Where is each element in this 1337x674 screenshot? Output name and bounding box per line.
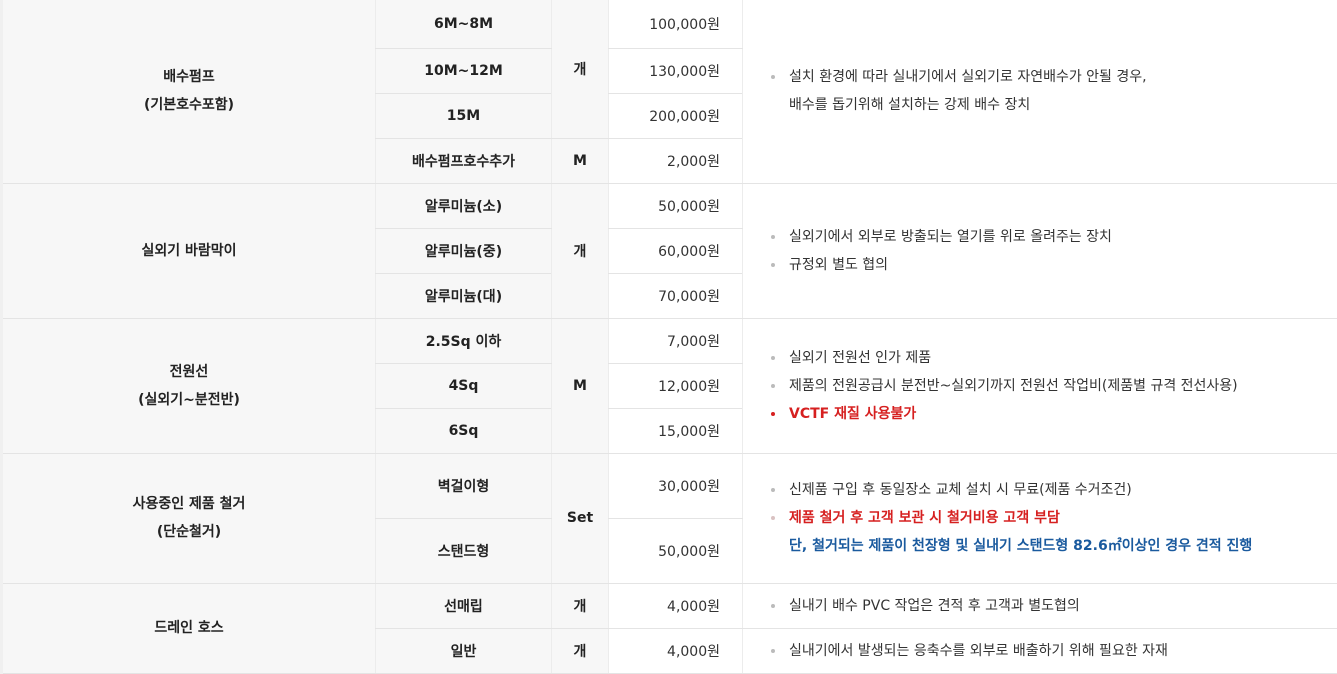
item-price: 130,000원: [609, 48, 743, 93]
description-line: 배수를 돕기위해 설치하는 강제 배수 장치: [769, 91, 1337, 119]
item-price: 4,000원: [609, 628, 743, 673]
description: 실내기에서 발생되는 응축수를 외부로 배출하기 위해 필요한 자재: [743, 628, 1337, 673]
description-line: 실외기 전원선 인가 제품: [769, 344, 1337, 372]
item-price: 50,000원: [609, 518, 743, 583]
description: 설치 환경에 따라 실내기에서 실외기로 자연배수가 안될 경우, 배수를 돕기…: [743, 0, 1337, 183]
description-note: 단, 철거되는 제품이 천장형 및 실내기 스탠드형 82.6㎡이상인 경우 견…: [769, 532, 1337, 560]
unit-label: M: [552, 318, 609, 453]
unit-label: 개: [552, 583, 609, 628]
table-row: 실외기 바람막이 알루미늄(소) 개 50,000원 실외기에서 외부로 방출되…: [2, 183, 1337, 228]
item-name: 스탠드형: [376, 518, 552, 583]
item-name: 알루미늄(소): [376, 183, 552, 228]
description-line: 설치 환경에 따라 실내기에서 실외기로 자연배수가 안될 경우,: [769, 63, 1337, 91]
item-name: 선매립: [376, 583, 552, 628]
category-name: 사용중인 제품 철거: [3, 490, 375, 518]
item-price: 12,000원: [609, 363, 743, 408]
description: 실외기에서 외부로 방출되는 열기를 위로 올려주는 장치 규정외 별도 협의: [743, 183, 1337, 318]
description-line: 실내기 배수 PVC 작업은 견적 후 고객과 별도협의: [769, 592, 1337, 620]
unit-label: Set: [552, 453, 609, 583]
category-drain-hose: 드레인 호스: [2, 583, 376, 673]
description: 실외기 전원선 인가 제품 제품의 전원공급시 분전반~실외기까지 전원선 작업…: [743, 318, 1337, 453]
item-price: 60,000원: [609, 228, 743, 273]
description-line: 제품의 전원공급시 분전반~실외기까지 전원선 작업비(제품별 규격 전선사용): [769, 372, 1337, 400]
item-name: 15M: [376, 93, 552, 138]
table-row: 전원선 (실외기~분전반) 2.5Sq 이하 M 7,000원 실외기 전원선 …: [2, 318, 1337, 363]
description-line: 실내기에서 발생되는 응축수를 외부로 배출하기 위해 필요한 자재: [769, 637, 1337, 665]
item-price: 100,000원: [609, 0, 743, 48]
item-price: 2,000원: [609, 138, 743, 183]
description-warning: 제품 철거 후 고객 보관 시 철거비용 고객 부담: [769, 504, 1337, 532]
description-line: 신제품 구입 후 동일장소 교체 설치 시 무료(제품 수거조건): [769, 476, 1337, 504]
item-price: 7,000원: [609, 318, 743, 363]
category-name: 전원선: [3, 358, 375, 386]
category-drain-pump: 배수펌프 (기본호수포함): [2, 0, 376, 183]
description-warning: VCTF 재질 사용불가: [769, 400, 1337, 428]
item-price: 70,000원: [609, 273, 743, 318]
item-name: 배수펌프호수추가: [376, 138, 552, 183]
category-subname: (실외기~분전반): [3, 386, 375, 414]
item-name: 알루미늄(대): [376, 273, 552, 318]
item-price: 30,000원: [609, 453, 743, 518]
unit-label: 개: [552, 628, 609, 673]
table-row: 배수펌프 (기본호수포함) 6M~8M 개 100,000원 설치 환경에 따라…: [2, 0, 1337, 48]
item-name: 10M~12M: [376, 48, 552, 93]
item-price: 4,000원: [609, 583, 743, 628]
category-subname: (단순철거): [3, 518, 375, 546]
description-line: 실외기에서 외부로 방출되는 열기를 위로 올려주는 장치: [769, 223, 1337, 251]
item-name: 벽걸이형: [376, 453, 552, 518]
item-price: 200,000원: [609, 93, 743, 138]
item-name: 일반: [376, 628, 552, 673]
category-subname: (기본호수포함): [3, 91, 375, 119]
table-row: 사용중인 제품 철거 (단순철거) 벽걸이형 Set 30,000원 신제품 구…: [2, 453, 1337, 518]
unit-label: M: [552, 138, 609, 183]
category-wind-shield: 실외기 바람막이: [2, 183, 376, 318]
category-removal: 사용중인 제품 철거 (단순철거): [2, 453, 376, 583]
category-name: 실외기 바람막이: [3, 237, 375, 265]
category-name: 드레인 호스: [3, 614, 375, 642]
unit-label: 개: [552, 0, 609, 138]
item-price: 50,000원: [609, 183, 743, 228]
category-name: 배수펌프: [3, 63, 375, 91]
item-price: 15,000원: [609, 408, 743, 453]
table-row: 드레인 호스 선매립 개 4,000원 실내기 배수 PVC 작업은 견적 후 …: [2, 583, 1337, 628]
item-name: 6Sq: [376, 408, 552, 453]
item-name: 알루미늄(중): [376, 228, 552, 273]
item-name: 2.5Sq 이하: [376, 318, 552, 363]
installation-cost-table: 배수펌프 (기본호수포함) 6M~8M 개 100,000원 설치 환경에 따라…: [0, 0, 1337, 674]
description: 실내기 배수 PVC 작업은 견적 후 고객과 별도협의: [743, 583, 1337, 628]
item-name: 4Sq: [376, 363, 552, 408]
description: 신제품 구입 후 동일장소 교체 설치 시 무료(제품 수거조건) 제품 철거 …: [743, 453, 1337, 583]
description-line: 규정외 별도 협의: [769, 251, 1337, 279]
unit-label: 개: [552, 183, 609, 318]
category-power-cable: 전원선 (실외기~분전반): [2, 318, 376, 453]
item-name: 6M~8M: [376, 0, 552, 48]
